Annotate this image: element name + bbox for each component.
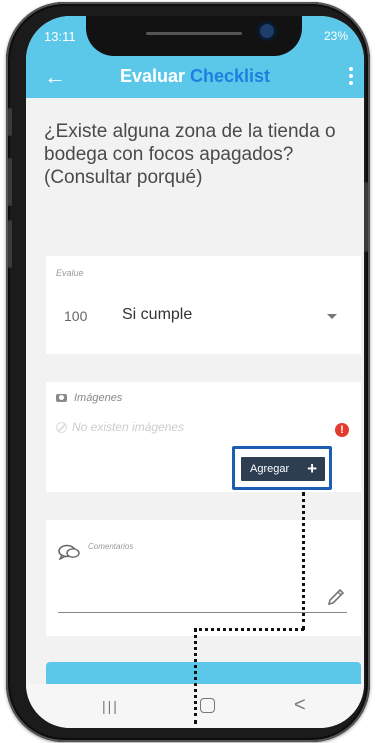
pencil-icon[interactable] xyxy=(325,586,347,608)
evalue-label: Evalue xyxy=(56,268,84,278)
screen: 13:11 23% ← Evaluar Checklist ¿Existe al… xyxy=(26,16,364,728)
nav-back-icon[interactable]: < xyxy=(294,694,306,717)
app-header: 13:11 23% ← Evaluar Checklist xyxy=(26,16,364,98)
front-camera xyxy=(260,24,274,38)
chevron-down-icon[interactable] xyxy=(327,314,337,319)
comment-icon xyxy=(58,544,80,560)
guide-dotted-line xyxy=(194,628,197,724)
evalue-score: 100 xyxy=(64,308,88,324)
recents-icon[interactable]: ||| xyxy=(102,698,119,714)
comments-label: Comentarios xyxy=(88,542,134,551)
question-text: ¿Existe alguna zona de la tienda o bodeg… xyxy=(44,121,336,188)
camera-notch xyxy=(86,16,302,56)
phone-side-button xyxy=(364,182,368,252)
title-accent: Checklist xyxy=(190,66,271,86)
more-vertical-icon[interactable] xyxy=(344,64,358,90)
alert-icon: ! xyxy=(335,423,349,437)
status-battery: 23% xyxy=(323,29,348,43)
add-button-label: Agregar xyxy=(250,463,290,475)
speaker-grille xyxy=(146,32,242,35)
status-time: 13:11 xyxy=(44,29,76,44)
phone-side-button xyxy=(8,220,12,268)
home-icon[interactable] xyxy=(200,698,215,713)
plus-icon: + xyxy=(307,459,317,478)
images-label: Imágenes xyxy=(74,392,123,404)
ban-icon xyxy=(56,422,67,433)
phone-side-button xyxy=(8,108,12,136)
comments-card[interactable]: Comentarios xyxy=(46,520,361,636)
no-images-text: No existen imágenes xyxy=(72,420,185,434)
phone-frame: 13:11 23% ← Evaluar Checklist ¿Existe al… xyxy=(6,2,370,742)
camera-icon xyxy=(56,394,67,402)
phone-side-button xyxy=(8,158,12,206)
evalue-select[interactable]: Si cumple xyxy=(122,306,192,324)
guide-dotted-line xyxy=(302,492,305,630)
add-image-button[interactable]: Agregar + xyxy=(241,457,325,481)
guide-dotted-line xyxy=(194,628,304,631)
evalue-card: Evalue 100 Si cumple xyxy=(46,256,361,354)
title-main: Evaluar xyxy=(119,66,185,86)
page-title: Evaluar Checklist xyxy=(26,66,364,87)
